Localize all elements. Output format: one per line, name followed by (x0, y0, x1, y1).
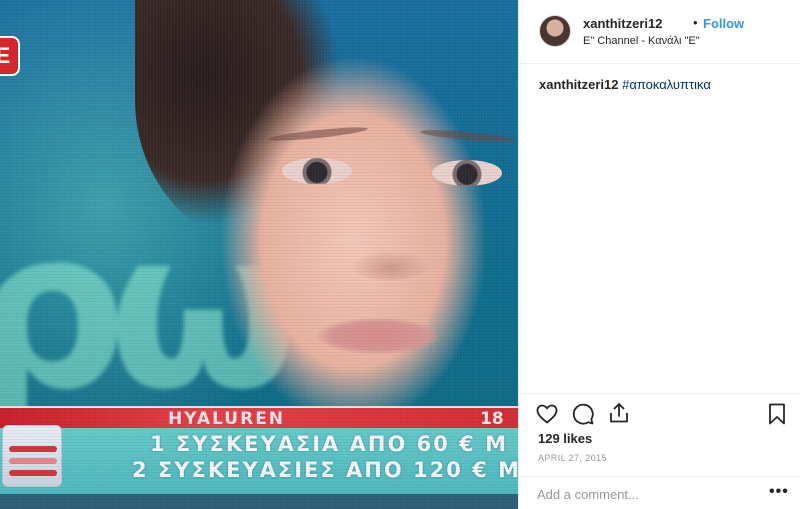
promo-badge (2, 425, 62, 487)
caption: xanthitzeri12 #αποκαλυπτικα (539, 77, 711, 92)
face (150, 10, 518, 430)
bookmark-icon[interactable] (765, 402, 789, 426)
badge-stripe (9, 470, 57, 476)
ticker-line-1: 1 ΣΥΣΚΕΥΑΣΙΑ ΑΠΟ 60 € Μ (150, 432, 508, 456)
action-section: 129 likes APRIL 27, 2015 ••• (519, 393, 800, 507)
channel-logo: E (0, 36, 20, 76)
more-options-button[interactable]: ••• (769, 483, 789, 501)
follow-button[interactable]: Follow (703, 16, 744, 31)
nose (350, 250, 430, 280)
likes-count[interactable]: 129 likes (538, 431, 592, 446)
caption-username[interactable]: xanthitzeri12 (539, 77, 618, 92)
ticker-title: HYALUREN (168, 409, 286, 429)
location-link[interactable]: E" Channel - Κανάλι "Ε" (583, 35, 700, 47)
comment-bar: ••• (519, 476, 800, 508)
comment-icon[interactable] (571, 402, 595, 426)
ticker-line-2: 2 ΣΥΣΚΕΥΑΣΙΕΣ ΑΠΟ 120 € Μ (132, 458, 518, 482)
post-sidebar: xanthitzeri12 • Follow E" Channel - Κανά… (518, 0, 800, 509)
comment-input[interactable] (537, 485, 737, 503)
mouth (318, 318, 438, 354)
separator-dot: • (693, 15, 698, 30)
caption-hashtag[interactable]: #αποκαλυπτικα (622, 77, 711, 92)
ticker-body: 1 ΣΥΣΚΕΥΑΣΙΑ ΑΠΟ 60 € Μ 2 ΣΥΣΚΕΥΑΣΙΕΣ ΑΠ… (0, 428, 518, 494)
ticker-number: 18 (480, 409, 504, 429)
post-header: xanthitzeri12 • Follow E" Channel - Κανά… (519, 0, 800, 64)
media-bottom-strip (0, 494, 518, 509)
heart-icon[interactable] (535, 402, 559, 426)
avatar[interactable] (539, 15, 571, 47)
ticker-title-bar: HYALUREN 18 (0, 406, 518, 429)
left-eye (282, 158, 352, 184)
share-icon[interactable] (607, 401, 631, 425)
post-date[interactable]: APRIL 27, 2015 (538, 453, 607, 463)
badge-stripe (9, 458, 57, 464)
badge-stripe (9, 446, 57, 452)
post-image[interactable]: ρω E HYALUREN 18 1 ΣΥΣΚΕΥΑΣΙΑ ΑΠΟ 60 € Μ… (0, 0, 518, 509)
right-eye (432, 160, 502, 186)
username-link[interactable]: xanthitzeri12 (583, 16, 662, 31)
